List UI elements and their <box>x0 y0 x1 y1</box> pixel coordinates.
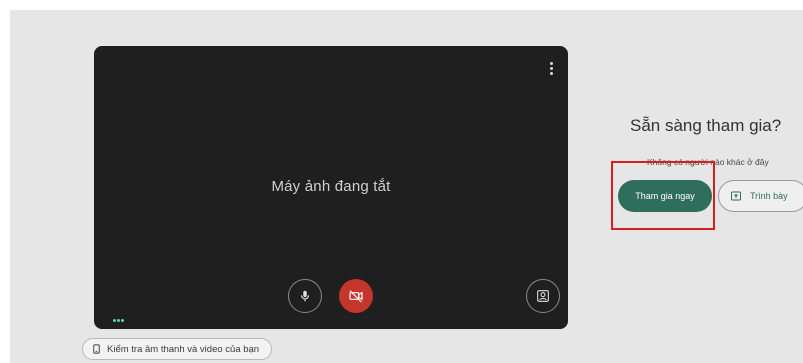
device-check-icon <box>93 344 100 354</box>
prejoin-canvas: Máy ảnh đang tắt Kiểm tra âm thanh và vi… <box>10 10 803 363</box>
check-audio-video-label: Kiểm tra âm thanh và video của bạn <box>107 343 260 355</box>
microphone-icon <box>300 290 310 302</box>
more-vert-icon[interactable] <box>548 62 554 78</box>
present-label: Trình bày <box>750 191 788 201</box>
camera-preview: Máy ảnh đang tắt <box>94 46 568 329</box>
camera-off-message: Máy ảnh đang tắt <box>271 178 391 195</box>
camera-toggle-button[interactable] <box>339 279 373 313</box>
camera-off-icon <box>349 290 363 303</box>
present-button[interactable]: Trình bày <box>718 180 803 212</box>
visual-effects-icon <box>537 290 549 302</box>
top-strip <box>0 0 803 10</box>
microphone-button[interactable] <box>288 279 322 313</box>
meet-prejoin-page: Máy ảnh đang tắt Kiểm tra âm thanh và vi… <box>0 0 803 363</box>
present-screen-icon <box>731 191 741 201</box>
check-audio-video-button[interactable]: Kiểm tra âm thanh và video của bạn <box>82 338 273 360</box>
highlight-annotation <box>611 161 715 230</box>
audio-level-indicator <box>113 309 127 322</box>
ready-to-join-title: Sẵn sàng tham gia? <box>630 116 782 135</box>
visual-effects-button[interactable] <box>526 279 560 313</box>
